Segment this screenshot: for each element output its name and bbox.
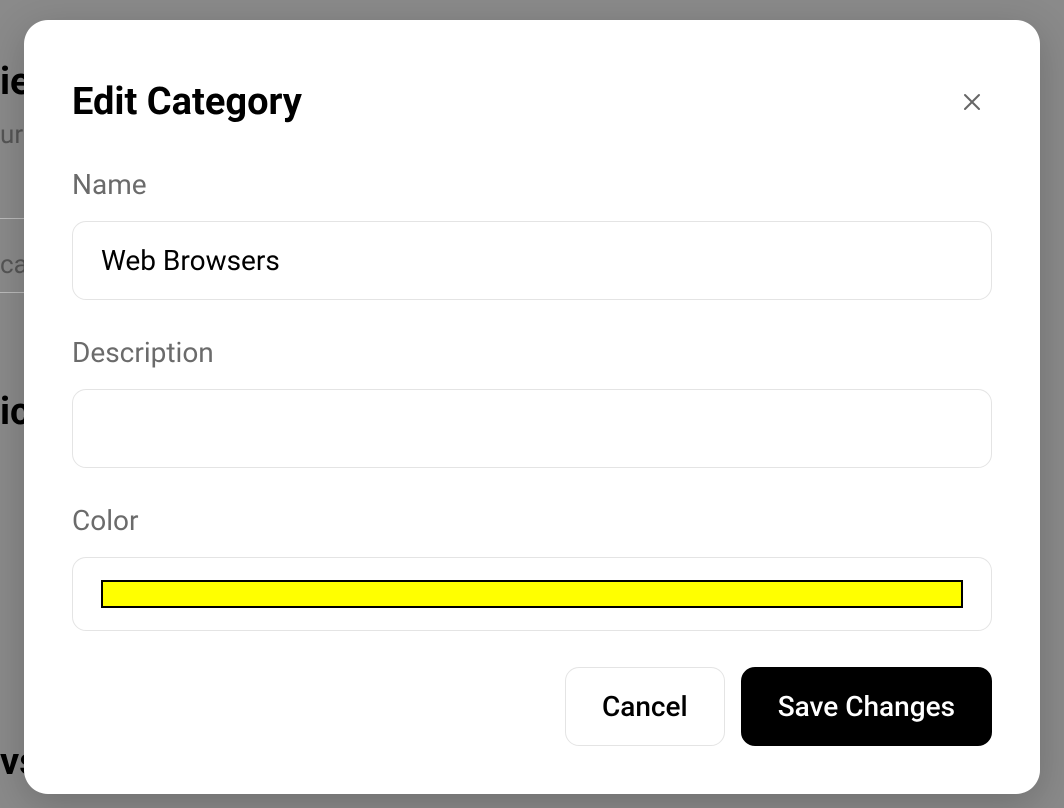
color-field-group: Color	[72, 504, 992, 631]
backdrop-text: ur	[0, 120, 23, 150]
name-field-group: Name	[72, 168, 992, 300]
name-input[interactable]	[72, 221, 992, 300]
color-swatch	[101, 580, 963, 608]
close-icon	[960, 90, 984, 114]
color-label: Color	[72, 504, 992, 537]
color-input-wrapper[interactable]	[72, 557, 992, 631]
save-button[interactable]: Save Changes	[741, 667, 992, 746]
modal-title: Edit Category	[72, 80, 302, 124]
cancel-button[interactable]: Cancel	[565, 667, 725, 746]
description-field-group: Description	[72, 336, 992, 468]
description-label: Description	[72, 336, 992, 369]
close-button[interactable]	[952, 82, 992, 122]
modal-footer: Cancel Save Changes	[72, 667, 992, 746]
edit-category-modal: Edit Category Name Description Color Can…	[24, 20, 1040, 794]
description-input[interactable]	[72, 389, 992, 468]
modal-header: Edit Category	[72, 80, 992, 124]
name-label: Name	[72, 168, 992, 201]
